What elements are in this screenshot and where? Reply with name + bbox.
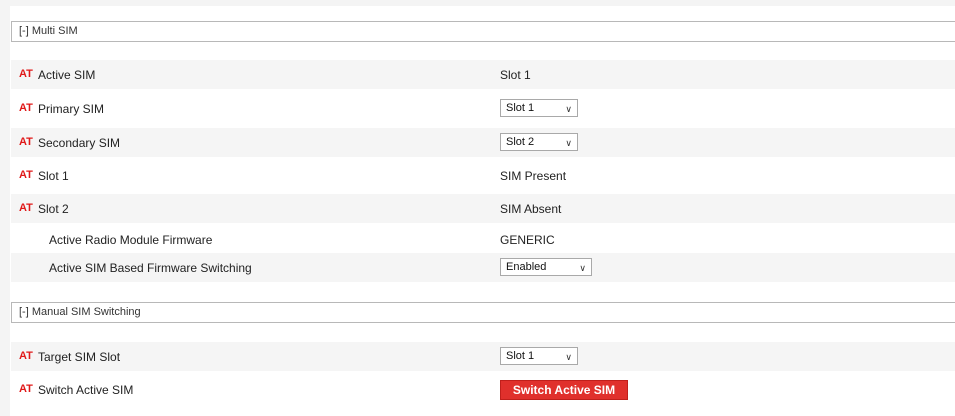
section-title: [-] Multi SIM — [19, 25, 78, 37]
firmware-switching-select[interactable]: Enabled ∨ — [500, 258, 592, 276]
at-badge: AT — [19, 202, 33, 214]
row-label: Target SIM Slot — [38, 350, 121, 364]
row-active-sim: AT Active SIM Slot 1 — [11, 60, 955, 89]
row-primary-sim: AT Primary SIM Slot 1 ∨ — [11, 94, 955, 123]
at-badge: AT — [19, 136, 33, 148]
row-radio-firmware: Active Radio Module Firmware GENERIC — [11, 225, 955, 254]
row-value: Slot 1 — [500, 68, 531, 82]
at-badge: AT — [19, 350, 33, 362]
row-switch-active-sim: AT Switch Active SIM Switch Active SIM — [11, 375, 955, 404]
select-value: Slot 2 — [506, 136, 535, 148]
select-value: Slot 1 — [506, 350, 535, 362]
secondary-sim-select[interactable]: Slot 2 ∨ — [500, 133, 578, 151]
row-value: SIM Present — [500, 169, 567, 183]
row-slot-1: AT Slot 1 SIM Present — [11, 161, 955, 190]
section-header-multi-sim[interactable]: [-] Multi SIM — [11, 21, 955, 42]
row-slot-2: AT Slot 2 SIM Absent — [11, 194, 955, 223]
chevron-down-icon: ∨ — [565, 352, 572, 362]
row-firmware-switching: Active SIM Based Firmware Switching Enab… — [11, 253, 955, 282]
row-label: Active SIM Based Firmware Switching — [49, 261, 252, 275]
row-label: Slot 1 — [38, 169, 69, 183]
row-label: Switch Active SIM — [38, 383, 134, 397]
row-label: Active SIM — [38, 68, 96, 82]
at-badge: AT — [19, 383, 33, 395]
select-value: Slot 1 — [506, 102, 535, 114]
section-header-manual-switching[interactable]: [-] Manual SIM Switching — [11, 302, 955, 323]
row-target-sim-slot: AT Target SIM Slot Slot 1 ∨ — [11, 342, 955, 371]
switch-active-sim-button[interactable]: Switch Active SIM — [500, 380, 628, 400]
section-title: [-] Manual SIM Switching — [19, 306, 141, 318]
primary-sim-select[interactable]: Slot 1 ∨ — [500, 99, 578, 117]
select-value: Enabled — [506, 261, 547, 273]
at-badge: AT — [19, 102, 33, 114]
chevron-down-icon: ∨ — [565, 138, 572, 148]
row-value: GENERIC — [500, 233, 555, 247]
row-secondary-sim: AT Secondary SIM Slot 2 ∨ — [11, 128, 955, 157]
row-value: SIM Absent — [500, 202, 562, 216]
at-badge: AT — [19, 68, 33, 80]
row-label: Slot 2 — [38, 202, 69, 216]
chevron-down-icon: ∨ — [565, 104, 572, 114]
row-label: Secondary SIM — [38, 136, 121, 150]
chevron-down-icon: ∨ — [579, 263, 586, 273]
row-label: Primary SIM — [38, 102, 104, 116]
row-label: Active Radio Module Firmware — [49, 233, 213, 247]
at-badge: AT — [19, 169, 33, 181]
target-sim-slot-select[interactable]: Slot 1 ∨ — [500, 347, 578, 365]
